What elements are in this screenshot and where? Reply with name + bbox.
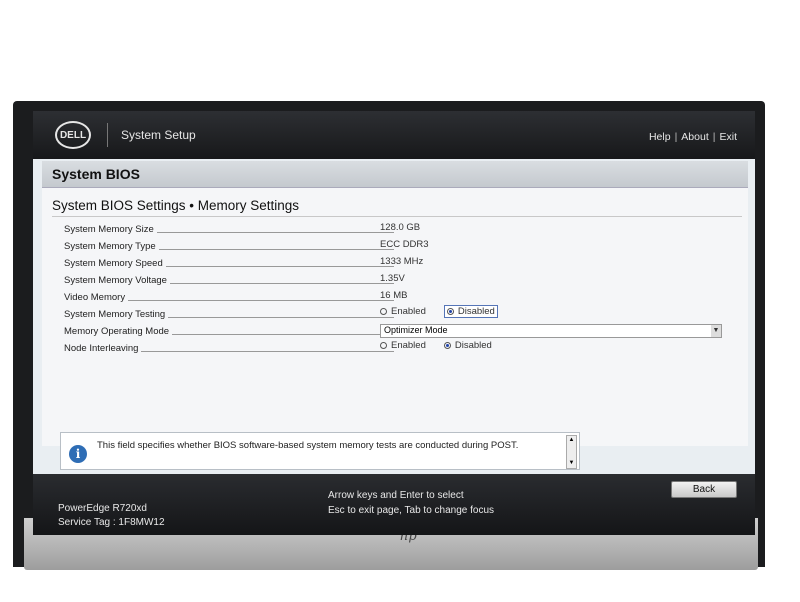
exit-link[interactable]: Exit xyxy=(719,131,737,143)
chevron-down-icon[interactable]: ▼ xyxy=(711,325,721,337)
setting-label: Memory Operating Mode xyxy=(64,326,173,337)
bios-screen: DELL System Setup Help | About | Exit System… xyxy=(33,111,755,535)
setting-row-memory-size: System Memory Size xyxy=(64,224,394,238)
settings-panel: System BIOS Settings • Memory Settings S… xyxy=(42,188,748,446)
setting-label: Node Interleaving xyxy=(64,343,142,354)
key-hint-exit: Esc to exit page, Tab to change focus xyxy=(328,505,495,516)
help-scrollbar[interactable]: ▲ ▼ xyxy=(566,435,577,469)
memory-operating-mode-select[interactable]: Optimizer Mode ▼ xyxy=(380,324,722,338)
memory-type-value: ECC DDR3 xyxy=(380,239,429,250)
memory-voltage-value: 1.35V xyxy=(380,273,405,284)
model-name: PowerEdge R720xd xyxy=(58,503,147,514)
setting-label: System Memory Type xyxy=(64,241,159,252)
app-title: System Setup xyxy=(121,128,196,142)
info-icon: i xyxy=(69,445,87,463)
subtitle-rule xyxy=(52,216,742,217)
help-panel: i This field specifies whether BIOS soft… xyxy=(60,432,580,470)
key-hints: Arrow keys and Enter to select Esc to ex… xyxy=(328,488,494,518)
setting-label: Video Memory xyxy=(64,292,129,303)
setting-row-video-memory: Video Memory xyxy=(64,292,394,306)
help-text: This field specifies whether BIOS softwa… xyxy=(97,440,519,451)
key-hint-select: Arrow keys and Enter to select xyxy=(328,490,464,501)
memory-testing-disabled-radio[interactable]: Disabled xyxy=(443,305,498,318)
footer-bar: PowerEdge R720xd Service Tag : 1F8MW12 A… xyxy=(33,474,755,535)
setting-row-operating-mode: Memory Operating Mode xyxy=(64,326,394,340)
section-title: System BIOS xyxy=(52,166,140,182)
service-tag: Service Tag : 1F8MW12 xyxy=(58,517,165,528)
setting-label: System Memory Size xyxy=(64,224,157,235)
setting-row-memory-speed: System Memory Speed xyxy=(64,258,394,272)
memory-testing-enabled-radio[interactable]: Enabled xyxy=(380,306,426,317)
setting-row-memory-voltage: System Memory Voltage xyxy=(64,275,394,289)
section-bar: System BIOS xyxy=(42,161,748,188)
node-interleaving-enabled-radio[interactable]: Enabled xyxy=(380,340,426,351)
setting-label: System Memory Voltage xyxy=(64,275,170,286)
memory-speed-value: 1333 MHz xyxy=(380,256,424,267)
radio-off-icon xyxy=(380,342,387,349)
setting-label: System Memory Testing xyxy=(64,309,169,320)
header-bar: DELL System Setup Help | About | Exit xyxy=(33,111,755,159)
memory-testing-radio-group: Enabled Disabled xyxy=(380,305,498,318)
system-info: PowerEdge R720xd Service Tag : 1F8MW12 xyxy=(58,502,165,530)
node-interleaving-radio-group: Enabled Disabled xyxy=(380,340,492,351)
setting-label: System Memory Speed xyxy=(64,258,166,269)
radio-on-icon xyxy=(443,342,451,349)
page-subtitle: System BIOS Settings • Memory Settings xyxy=(52,198,300,213)
scroll-up-icon[interactable]: ▲ xyxy=(567,436,576,445)
back-button[interactable]: Back xyxy=(671,481,737,498)
node-interleaving-disabled-radio[interactable]: Disabled xyxy=(443,340,492,351)
about-link[interactable]: About xyxy=(681,131,708,143)
setting-row-node-interleaving: Node Interleaving xyxy=(64,343,394,357)
header-divider xyxy=(107,123,108,147)
video-memory-value: 16 MB xyxy=(380,290,408,301)
dell-logo: DELL xyxy=(55,121,91,149)
setting-row-memory-type: System Memory Type xyxy=(64,241,394,255)
help-link[interactable]: Help xyxy=(649,131,671,143)
memory-size-value: 128.0 GB xyxy=(380,222,421,233)
radio-off-icon xyxy=(380,308,387,315)
select-value: Optimizer Mode xyxy=(384,325,448,335)
radio-on-icon xyxy=(446,308,454,315)
scroll-down-icon[interactable]: ▼ xyxy=(567,459,576,468)
setting-row-memory-testing: System Memory Testing xyxy=(64,309,394,323)
header-links: Help | About | Exit xyxy=(648,131,737,143)
